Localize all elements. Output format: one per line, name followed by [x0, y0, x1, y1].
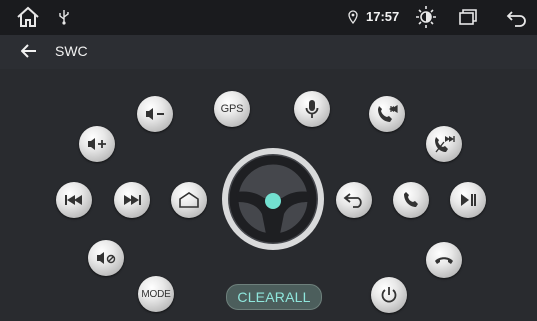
end-call-button[interactable]	[426, 242, 462, 278]
voice-button[interactable]	[294, 91, 330, 127]
recent-apps-icon[interactable]	[458, 8, 478, 31]
brightness-icon[interactable]	[414, 4, 438, 35]
location-icon	[348, 10, 358, 29]
volume-up-icon	[88, 138, 106, 150]
arrow-left-icon[interactable]	[20, 44, 37, 63]
clearall-button[interactable]: CLEARALL	[226, 284, 322, 310]
mode-label: MODE	[141, 288, 171, 300]
hang-up-icon	[435, 257, 453, 264]
clock: 17:57	[366, 9, 400, 24]
power-icon	[381, 287, 397, 303]
gps-button[interactable]: GPS	[214, 91, 250, 127]
gps-label: GPS	[220, 103, 244, 115]
volume-down-icon	[146, 108, 164, 120]
mute-button[interactable]	[88, 240, 124, 276]
next-track-button[interactable]	[114, 182, 150, 218]
skip-previous-icon	[65, 195, 82, 205]
home-button[interactable]	[171, 182, 207, 218]
play-pause-icon	[461, 194, 476, 206]
phone-icon	[404, 192, 418, 207]
home-outline-icon	[179, 192, 199, 208]
previous-track-button[interactable]	[56, 182, 92, 218]
phone-next-icon	[435, 136, 455, 153]
skip-next-icon	[124, 195, 141, 205]
page-title: SWC	[55, 43, 88, 59]
microphone-icon	[305, 100, 319, 118]
phone-previous-icon	[378, 104, 398, 122]
volume-down-button[interactable]	[137, 96, 173, 132]
mode-button[interactable]: MODE	[138, 276, 174, 312]
return-arrow-icon	[343, 193, 362, 208]
call-previous-button[interactable]	[369, 96, 405, 132]
mute-icon	[97, 252, 116, 264]
status-bar: 17:57	[0, 0, 537, 35]
play-pause-button[interactable]	[450, 182, 486, 218]
steering-wheel-icon	[229, 155, 317, 243]
usb-icon	[58, 9, 70, 30]
back-icon[interactable]	[506, 9, 528, 32]
return-button[interactable]	[336, 182, 372, 218]
volume-up-button[interactable]	[79, 126, 115, 162]
answer-call-button[interactable]	[393, 182, 429, 218]
home-icon[interactable]	[16, 6, 40, 33]
power-button[interactable]	[371, 277, 407, 313]
hangup-next-button[interactable]	[426, 126, 462, 162]
